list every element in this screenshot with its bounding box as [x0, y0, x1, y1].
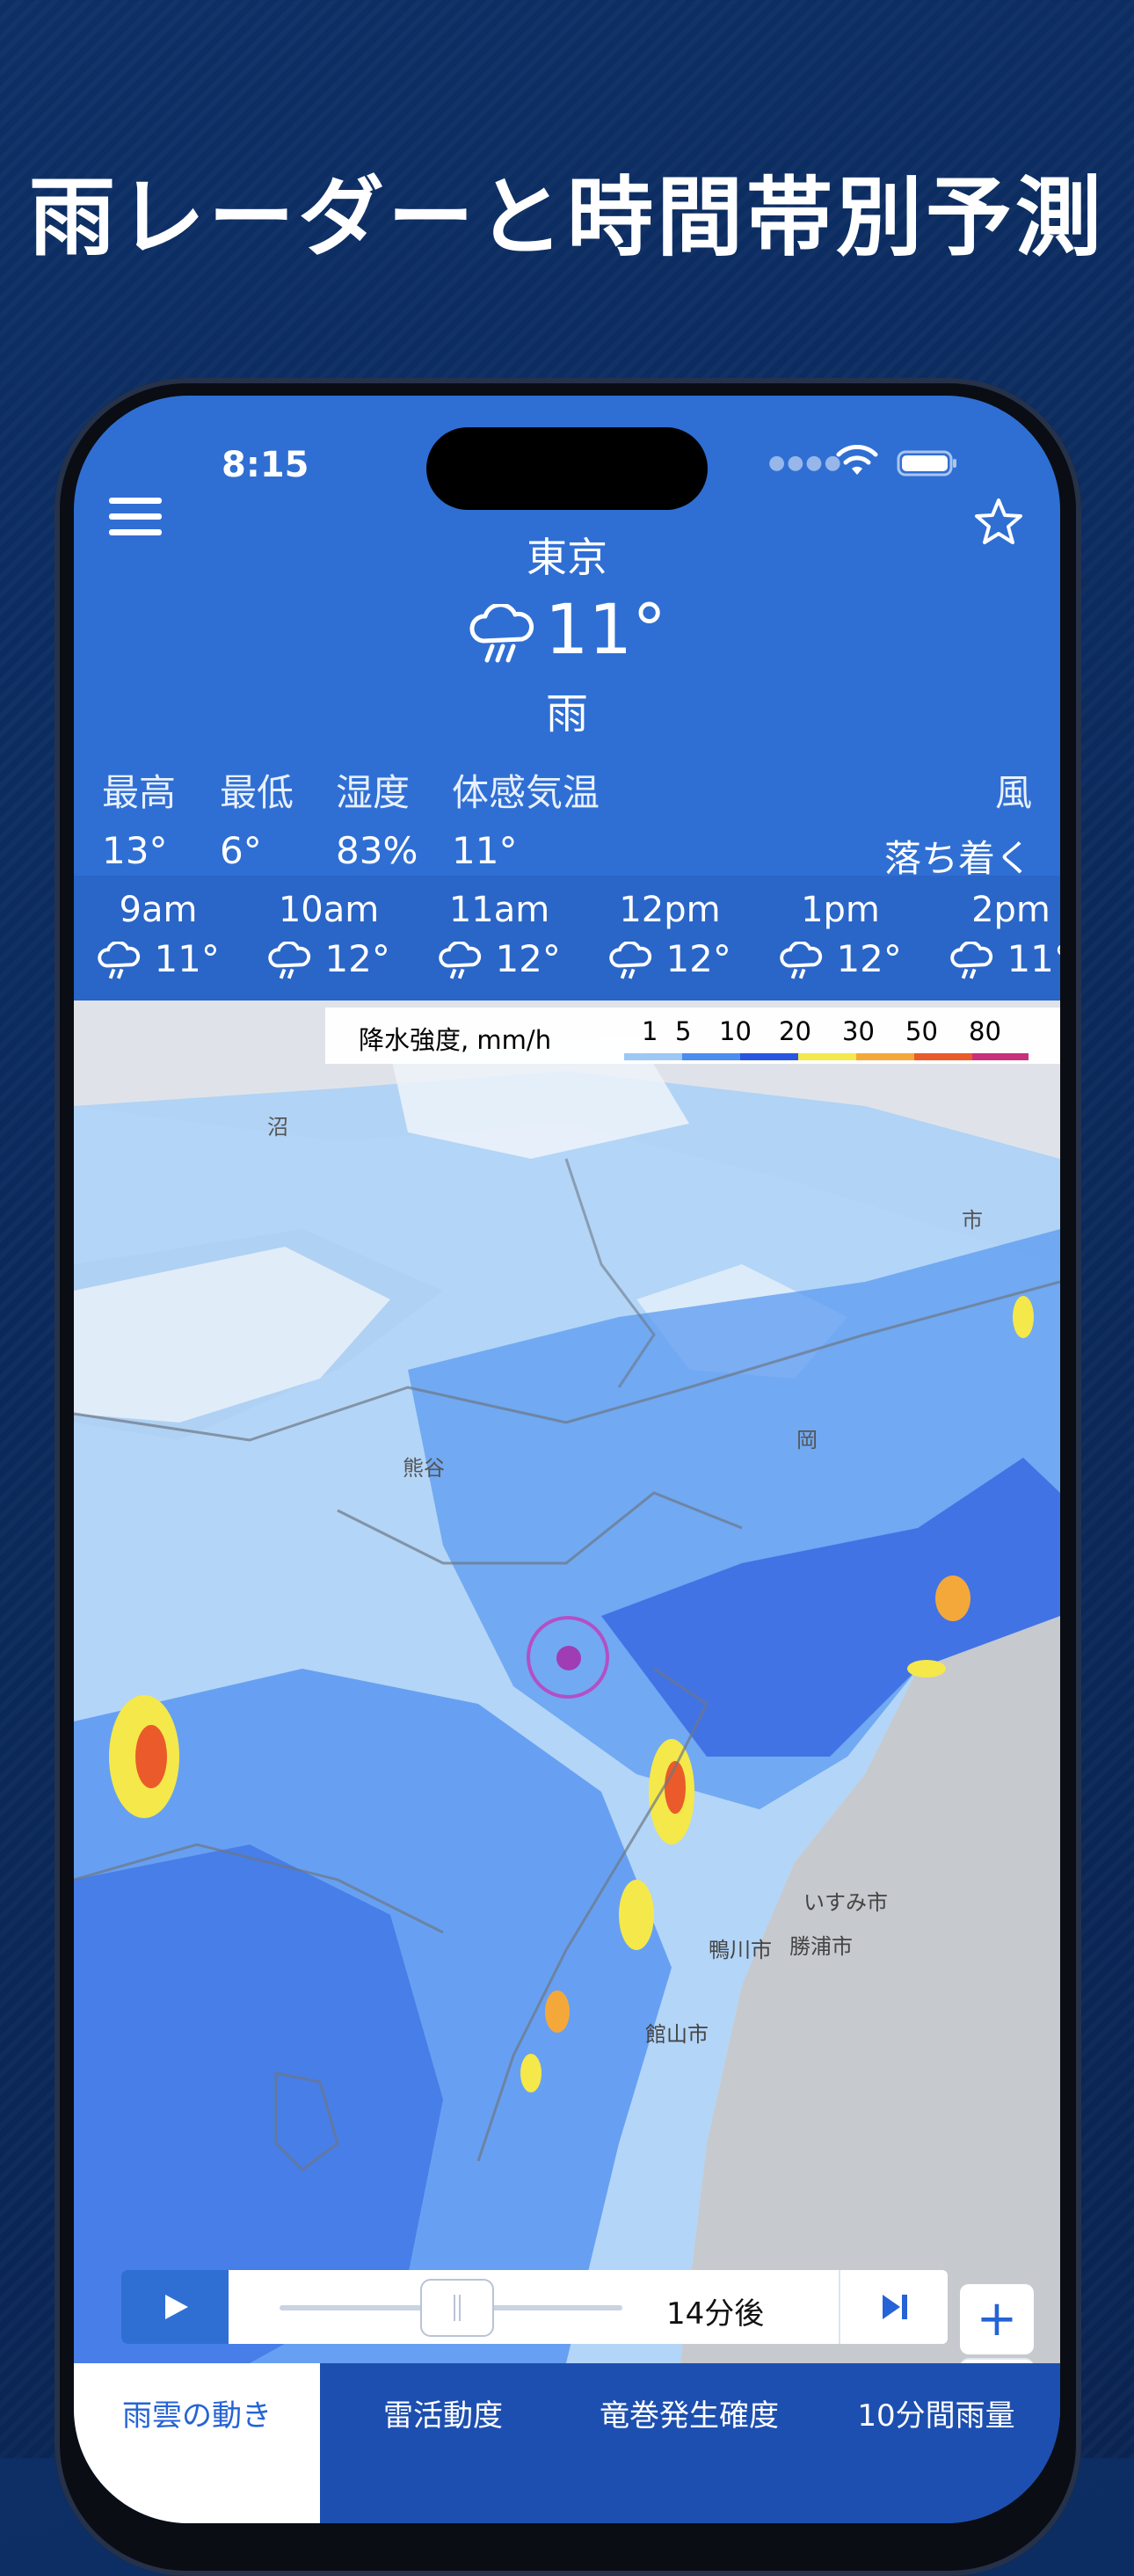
tab-rain-clouds[interactable]: 雨雲の動き	[74, 2363, 320, 2523]
legend-tick: 10	[719, 1016, 752, 1046]
signal-icon: ●●●●	[768, 452, 843, 474]
status-bar: 8:15 ●●●●	[74, 396, 1060, 510]
hourly-item: 10am 12°	[250, 890, 408, 982]
hour-temp: 11°	[1007, 937, 1060, 980]
stat-humidity: 湿度 83%	[336, 763, 418, 872]
hourly-item: 9am 11°	[79, 890, 237, 982]
timeline-slider-thumb[interactable]	[420, 2279, 494, 2337]
map-label: 沼	[267, 1115, 288, 1139]
dynamic-island	[426, 427, 708, 510]
rain-cloud-icon	[268, 940, 311, 979]
legend-tick: 30	[842, 1016, 875, 1046]
hour-time: 1pm	[801, 890, 880, 930]
status-time: 8:15	[222, 445, 309, 485]
rain-cloud-icon	[439, 940, 482, 979]
hour-temp: 11°	[154, 937, 220, 980]
hourly-item: 12pm 12°	[591, 890, 749, 982]
play-button[interactable]	[121, 2270, 229, 2344]
stat-value: 11°	[452, 829, 518, 872]
stat-label: 最低	[220, 771, 294, 814]
tab-lightning[interactable]: 雷活動度	[320, 2363, 566, 2523]
map-label: 館山市	[645, 2022, 709, 2047]
timeline-time-label: 14分後	[666, 2296, 765, 2332]
city-name: 東京	[527, 534, 607, 581]
menu-icon	[109, 498, 162, 504]
stat-low: 最低 6°	[220, 763, 294, 872]
tab-10min-rainfall[interactable]: 10分間雨量	[812, 2363, 1060, 2523]
rain-cloud-icon	[469, 601, 534, 663]
hour-temp: 12°	[324, 937, 390, 980]
legend-tick: 50	[905, 1016, 938, 1046]
play-icon	[165, 2295, 188, 2319]
hour-temp: 12°	[495, 937, 561, 980]
rain-cloud-icon	[780, 940, 823, 979]
stat-label: 湿度	[336, 771, 411, 814]
hourly-forecast[interactable]: 9am 11° 10am 12° 11am 12° 12pm 12° 1pm 1…	[74, 876, 1060, 1001]
map-layer-tabs: 雨雲の動き 雷活動度 竜巻発生確度 10分間雨量	[74, 2363, 1060, 2523]
current-temperature-row: 11°	[74, 591, 1060, 670]
legend-tick: 5	[675, 1016, 692, 1046]
map-label: 勝浦市	[789, 1934, 853, 1959]
radar-map[interactable]: 降水強度, mm/h 1 5 10 20 30 50 80 沼 熊谷 岡 市 い…	[74, 1001, 1060, 2363]
map-label: 岡	[796, 1428, 818, 1452]
hour-time: 9am	[119, 890, 198, 930]
rain-cloud-icon	[950, 940, 993, 979]
map-label: 市	[962, 1208, 983, 1233]
battery-icon	[897, 450, 956, 477]
legend-tick: 20	[779, 1016, 811, 1046]
legend-tick: 1	[642, 1016, 658, 1046]
wifi-icon	[836, 445, 878, 475]
hourly-item: 2pm 11°	[932, 890, 1060, 982]
temperature-value: 11°	[544, 591, 667, 670]
legend-tick: 80	[969, 1016, 1001, 1046]
hourly-item: 11am 12°	[420, 890, 578, 982]
skip-forward-icon	[883, 2295, 907, 2319]
stat-value: 落ち着く	[883, 837, 1032, 880]
stat-label: 風	[994, 771, 1032, 814]
map-label: いすみ市	[803, 1890, 888, 1915]
hour-time: 11am	[448, 890, 550, 930]
hour-time: 2pm	[971, 890, 1050, 930]
hour-temp: 12°	[836, 937, 902, 980]
stat-label: 最高	[102, 771, 177, 814]
stat-value: 6°	[220, 829, 262, 872]
zoom-in-button[interactable]: +	[960, 2284, 1034, 2354]
skip-forward-button[interactable]	[839, 2270, 948, 2344]
app-screen: 8:15 ●●●● 東京 11° 雨 最高 13° 最低 6° 湿度 83% 体…	[74, 396, 1060, 2523]
stat-feels-like: 体感気温 11°	[452, 763, 600, 872]
stat-value: 83%	[336, 829, 418, 872]
legend-color-bar	[624, 1053, 1029, 1060]
stat-high: 最高 13°	[102, 763, 176, 872]
hour-temp: 12°	[665, 937, 731, 980]
stat-wind: 風 落ち着く	[884, 763, 1032, 883]
hour-time: 12pm	[619, 890, 721, 930]
radar-playback-controls: 14分後	[121, 2270, 948, 2344]
hour-time: 10am	[278, 890, 380, 930]
map-label: 鴨川市	[709, 1938, 772, 1962]
location-marker[interactable]	[527, 1616, 609, 1699]
rain-cloud-icon	[98, 940, 141, 979]
stat-label: 体感気温	[452, 771, 600, 814]
stat-value: 13°	[102, 829, 168, 872]
precipitation-legend: 降水強度, mm/h 1 5 10 20 30 50 80	[325, 1008, 1060, 1064]
hourly-item: 1pm 12°	[761, 890, 920, 982]
legend-title: 降水強度, mm/h	[359, 1025, 552, 1055]
map-label: 熊谷	[403, 1456, 445, 1481]
tab-tornado[interactable]: 竜巻発生確度	[566, 2363, 812, 2523]
weather-stats: 最高 13° 最低 6° 湿度 83% 体感気温 11° 風 落ち着く	[102, 763, 1032, 880]
weather-condition: 雨	[545, 689, 588, 739]
rain-cloud-icon	[609, 940, 652, 979]
promo-title: 雨レーダーと時間帯別予測	[28, 168, 1105, 268]
